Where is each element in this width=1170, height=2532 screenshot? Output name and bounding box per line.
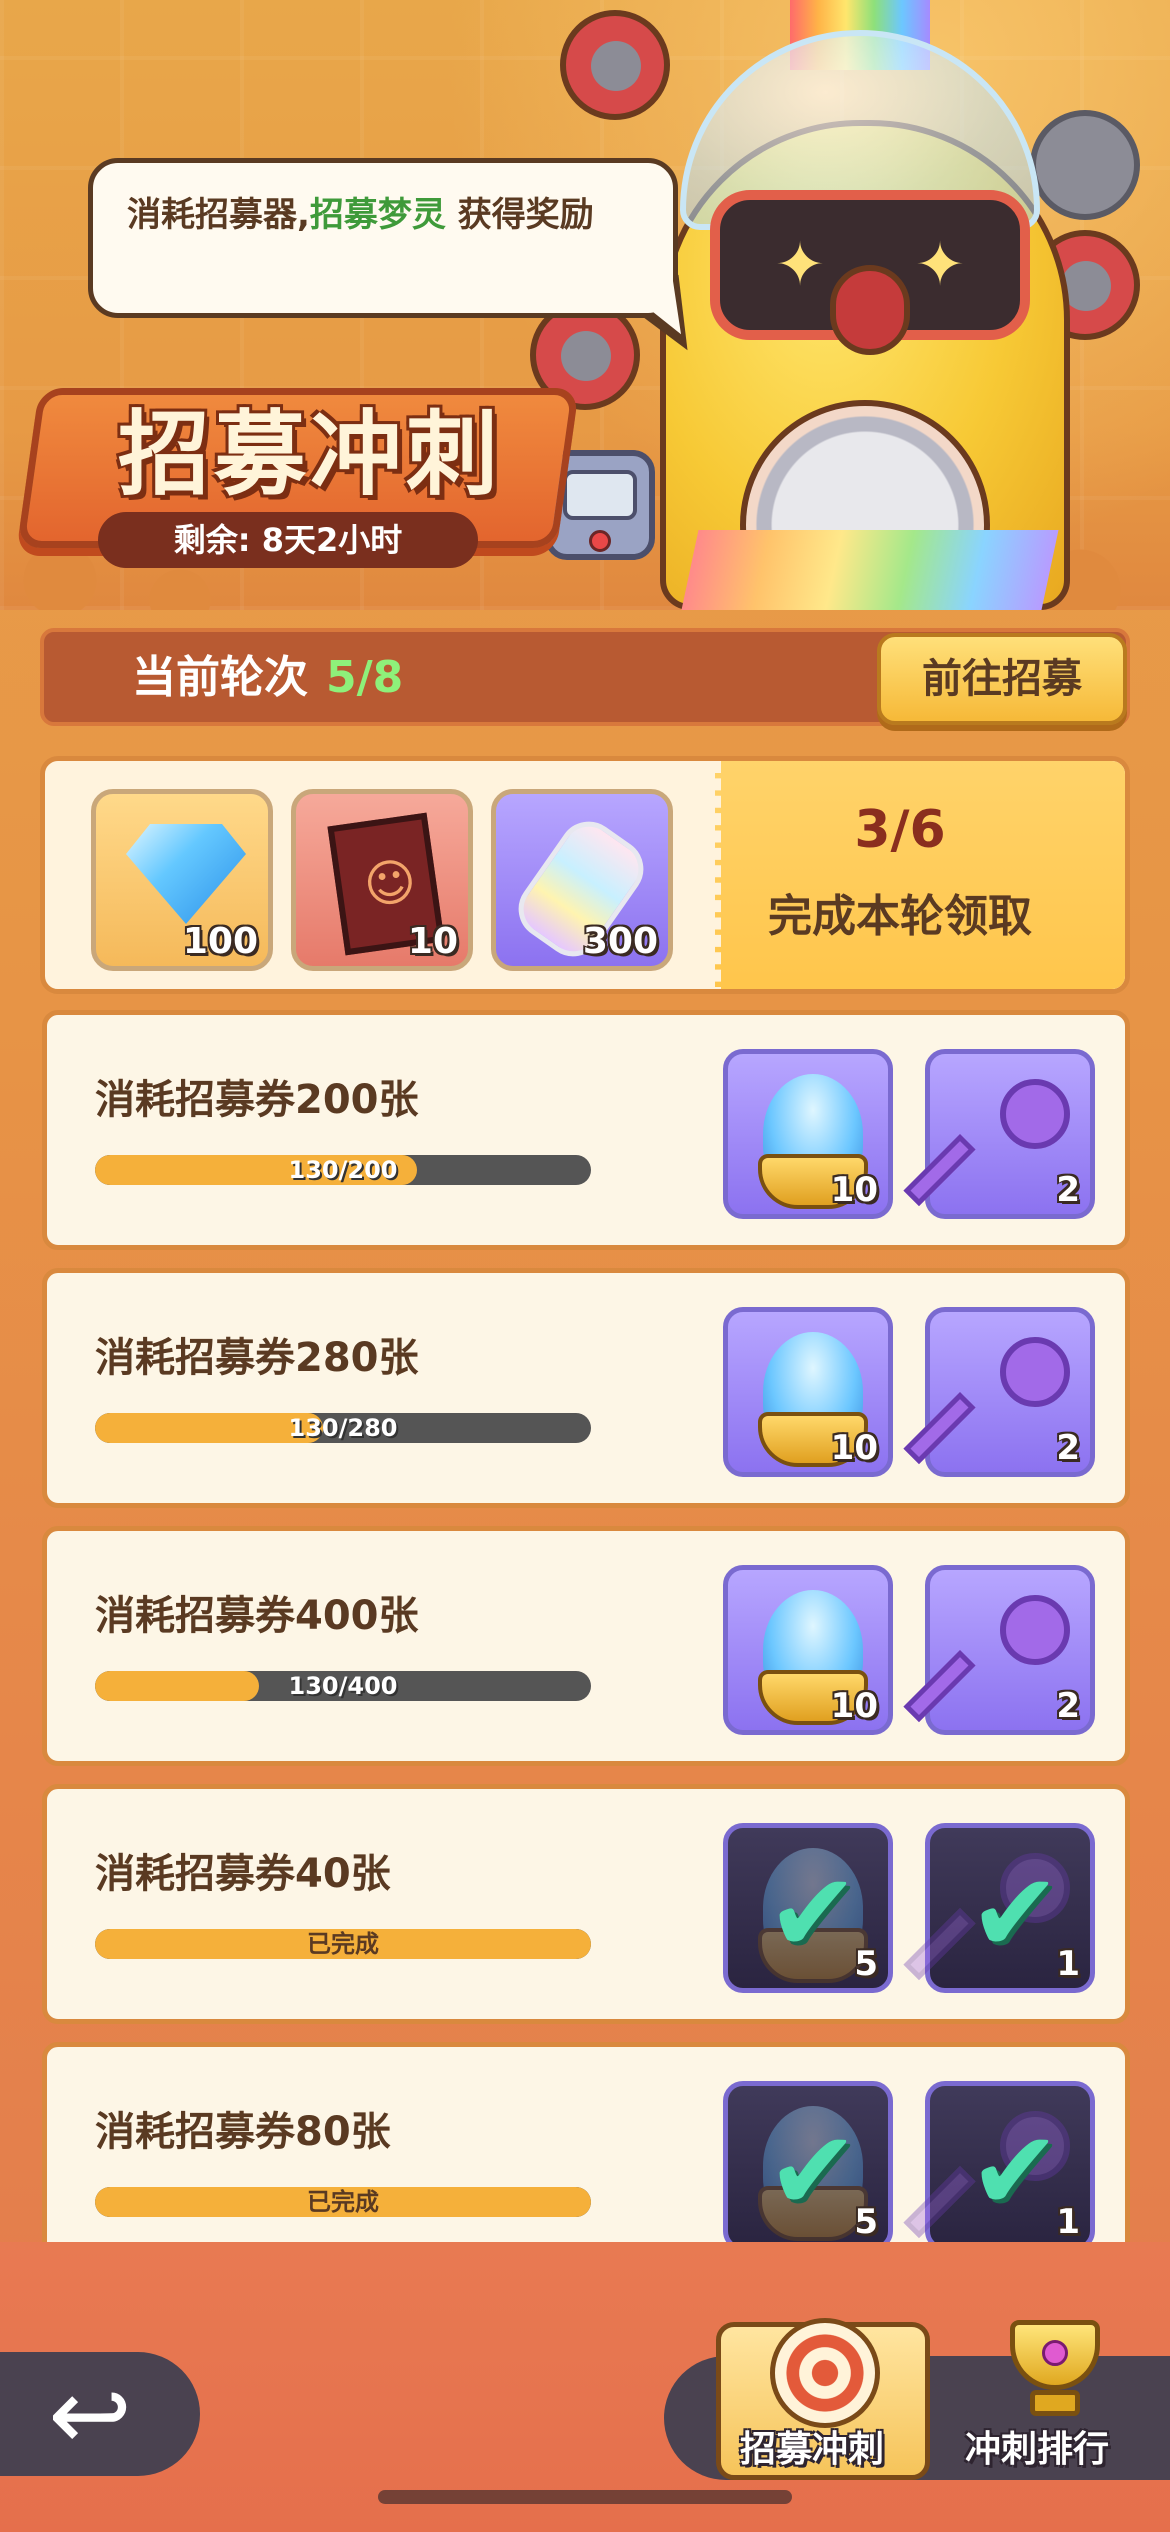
purple-key-icon bbox=[1000, 1079, 1070, 1149]
task-card: 消耗招募券400张 130/400 10 2 bbox=[42, 1526, 1130, 1766]
robot-claw-icon bbox=[560, 10, 670, 120]
task-card: 消耗招募券200张 130/200 10 2 bbox=[42, 1010, 1130, 1250]
task-progress-bar: 130/200 bbox=[95, 1155, 591, 1185]
task-progress-label: 已完成 bbox=[307, 2188, 379, 2216]
round-value: 5/8 bbox=[326, 652, 404, 703]
bubble-text-start: 消耗招募器, bbox=[127, 195, 310, 235]
tab-sprint-ranking[interactable] bbox=[1000, 2310, 1110, 2420]
reward-qty: 300 bbox=[582, 921, 658, 962]
reward-qty: 10 bbox=[407, 921, 458, 962]
reward-qty: 10 bbox=[830, 1428, 878, 1468]
tab-label-recruit-sprint[interactable]: 招募冲刺 bbox=[740, 2420, 884, 2472]
task-progress-label: 已完成 bbox=[307, 1930, 379, 1958]
task-progress-label: 130/200 bbox=[288, 1156, 398, 1184]
task-reward-key-claimed: ✔ 1 bbox=[903, 2081, 1095, 2242]
task-progress-bar: 130/400 bbox=[95, 1671, 591, 1701]
go-recruit-button[interactable]: 前往招募 bbox=[877, 633, 1127, 725]
bubble-highlight: 招募梦灵 bbox=[309, 195, 446, 235]
back-arrow-icon[interactable]: ↩ bbox=[40, 2360, 140, 2470]
task-reward-incubator-claimed: ✔ 5 bbox=[723, 1823, 893, 1993]
reward-qty: 10 bbox=[830, 1170, 878, 1210]
rainbow-base bbox=[681, 530, 1059, 610]
task-title: 消耗招募券400张 bbox=[95, 1593, 419, 1639]
task-list[interactable]: 消耗招募券200张 130/200 10 2 消耗招募券280张 130/280… bbox=[0, 1010, 1170, 2242]
task-progress-bar: 130/280 bbox=[95, 1413, 591, 1443]
task-reward-key[interactable]: 2 bbox=[903, 1307, 1095, 1477]
hero-banner: ✦ ✦ 消耗招募器,招募梦灵 获得奖励 招募冲刺 剩余: 8天2小时 bbox=[0, 0, 1170, 610]
round-label: 当前轮次 bbox=[132, 652, 308, 703]
reward-qty: 10 bbox=[830, 1686, 878, 1726]
task-title: 消耗招募券80张 bbox=[95, 2109, 391, 2155]
purple-key-icon bbox=[1000, 1595, 1070, 1665]
gear-icon bbox=[1030, 110, 1140, 220]
reward-qty: 1 bbox=[1056, 1944, 1080, 1984]
task-title: 消耗招募券200张 bbox=[95, 1077, 419, 1123]
reward-item-diamond[interactable]: 100 bbox=[91, 789, 273, 971]
time-remaining: 剩余: 8天2小时 bbox=[98, 512, 478, 568]
star-eye-icon: ✦ bbox=[914, 230, 966, 300]
reward-qty: 5 bbox=[854, 2202, 878, 2242]
task-progress-label: 130/280 bbox=[288, 1414, 398, 1442]
task-reward-incubator-claimed: ✔ 5 bbox=[723, 2081, 893, 2242]
task-card: 消耗招募券280张 130/280 10 2 bbox=[42, 1268, 1130, 1508]
task-reward-key[interactable]: 2 bbox=[903, 1565, 1095, 1735]
task-progress-label: 130/400 bbox=[288, 1672, 398, 1700]
robot-mouth bbox=[830, 265, 910, 355]
reward-item-rainbow-bottle[interactable]: 300 bbox=[491, 789, 673, 971]
task-progress-bar: 已完成 bbox=[95, 2187, 591, 2217]
task-title: 消耗招募券40张 bbox=[95, 1851, 391, 1897]
current-round: 当前轮次 5/8 bbox=[132, 648, 403, 708]
page-title: 招募冲刺 bbox=[117, 401, 502, 508]
reward-qty: 1 bbox=[1056, 2202, 1080, 2242]
speech-bubble: 消耗招募器,招募梦灵 获得奖励 bbox=[88, 158, 678, 318]
reward-qty: 2 bbox=[1056, 1686, 1080, 1726]
reward-qty: 5 bbox=[854, 1944, 878, 1984]
home-indicator[interactable] bbox=[378, 2490, 792, 2504]
purple-key-icon bbox=[1000, 1337, 1070, 1407]
reward-item-hero-card[interactable]: 10 bbox=[291, 789, 473, 971]
round-reward-claim-label: 完成本轮领取 bbox=[768, 891, 1032, 942]
target-icon bbox=[770, 2318, 880, 2428]
tab-label-sprint-ranking[interactable]: 冲刺排行 bbox=[965, 2420, 1109, 2472]
reward-qty: 100 bbox=[182, 921, 258, 962]
bubble-text-end: 获得奖励 bbox=[445, 195, 594, 235]
task-card: 消耗招募券40张 已完成 ✔ 5 ✔ 1 bbox=[42, 1784, 1130, 2024]
round-reward-progress: 3/6 bbox=[854, 800, 946, 860]
claim-round-reward[interactable] bbox=[715, 761, 1125, 989]
task-reward-incubator[interactable]: 10 bbox=[723, 1049, 893, 1219]
task-reward-key-claimed: ✔ 1 bbox=[903, 1823, 1095, 1993]
task-card: 消耗招募券80张 已完成 ✔ 5 ✔ 1 bbox=[42, 2042, 1130, 2242]
star-eye-icon: ✦ bbox=[774, 230, 826, 300]
round-reward-panel: 100 10 300 bbox=[40, 756, 1130, 994]
task-reward-incubator[interactable]: 10 bbox=[723, 1565, 893, 1735]
reward-qty: 2 bbox=[1056, 1170, 1080, 1210]
task-reward-key[interactable]: 2 bbox=[903, 1049, 1095, 1219]
task-reward-incubator[interactable]: 10 bbox=[723, 1307, 893, 1477]
task-title: 消耗招募券280张 bbox=[95, 1335, 419, 1381]
task-progress-bar: 已完成 bbox=[95, 1929, 591, 1959]
reward-qty: 2 bbox=[1056, 1428, 1080, 1468]
diamond-icon bbox=[126, 824, 246, 924]
